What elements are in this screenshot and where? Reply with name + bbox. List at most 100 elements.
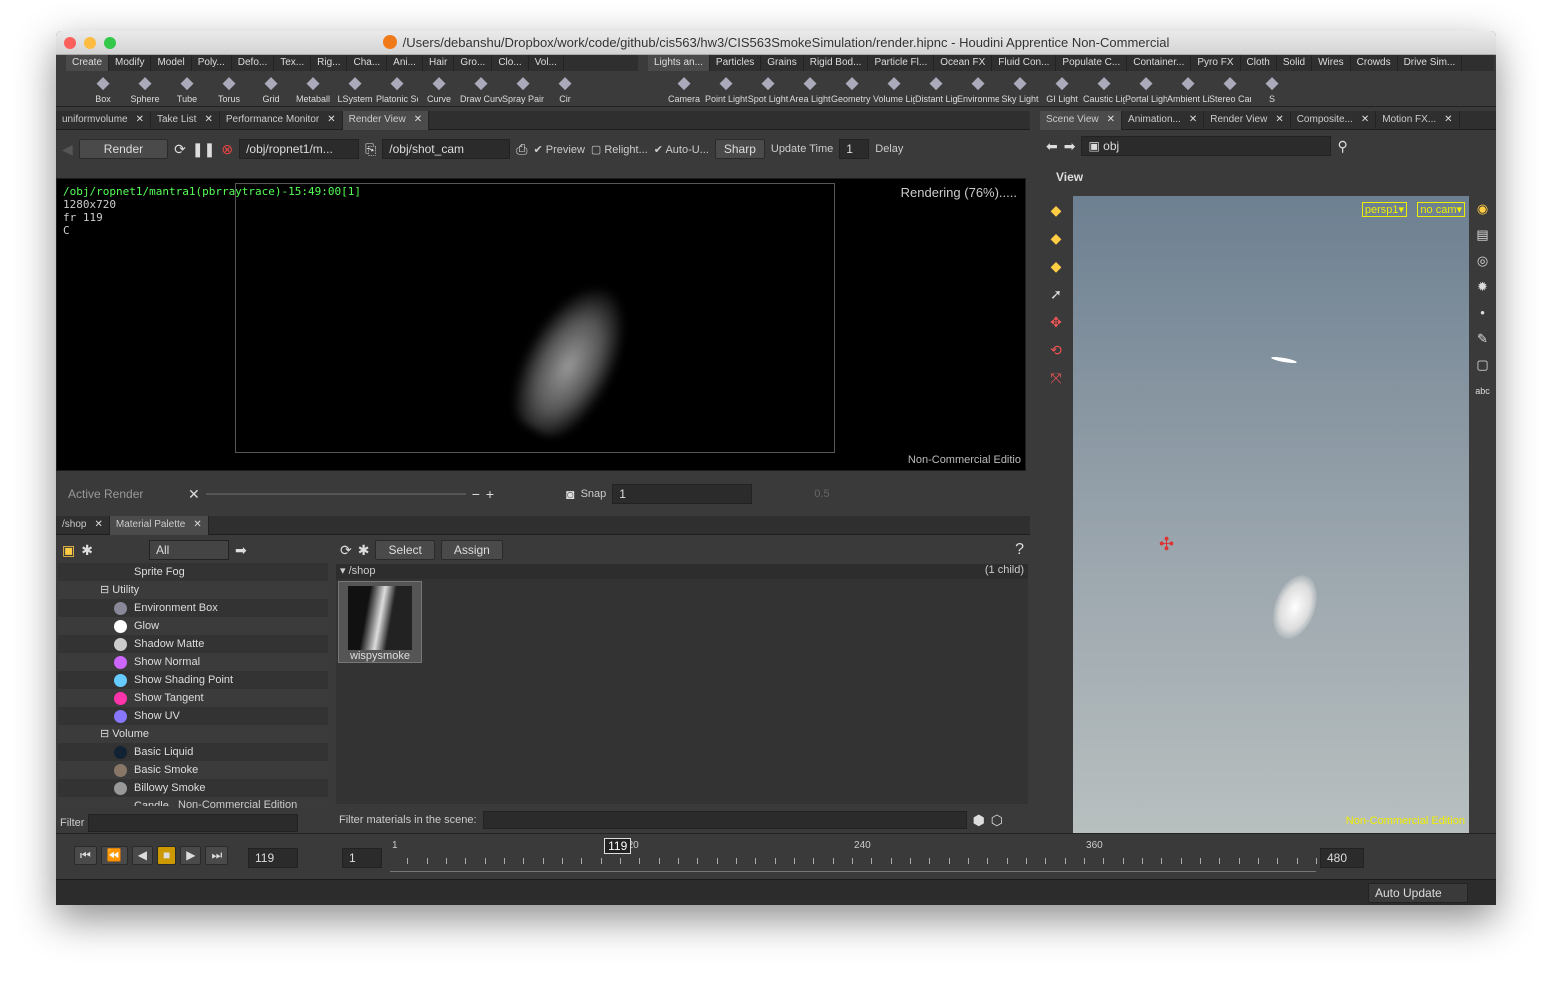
end-frame-field[interactable]: 480 — [1320, 848, 1364, 868]
shelf-tab[interactable]: Modify — [109, 55, 152, 71]
close-icon[interactable]: ✕ — [1189, 114, 1197, 127]
shelf-tool-button[interactable]: ◆ GI Light — [1041, 72, 1083, 107]
current-frame-marker[interactable]: 119 — [604, 838, 632, 854]
assign-button[interactable]: Assign — [440, 540, 503, 560]
stop-button[interactable]: ■ — [157, 846, 177, 865]
current-frame-field[interactable]: 119 — [248, 848, 298, 868]
close-icon[interactable]: ✕ — [1444, 114, 1452, 127]
shelf-tool-button[interactable]: ◆ Box — [82, 72, 124, 107]
prev-key-button[interactable]: ⏪ — [100, 846, 128, 865]
shelf-tab[interactable]: Gro... — [454, 55, 493, 71]
pose-tool-icon[interactable]: ◆ — [1040, 252, 1072, 280]
close-window-button[interactable] — [64, 37, 76, 49]
shelf-tool-button[interactable]: ◆ Spot Light — [747, 72, 789, 107]
cube-icon[interactable]: ⬢ — [973, 812, 985, 829]
update-time-field[interactable]: 1 — [839, 139, 870, 159]
handle-tool-icon[interactable]: ◆ — [1040, 224, 1072, 252]
shelf-tool-button[interactable]: ◆ Tube — [166, 72, 208, 107]
shelf-tab[interactable]: Container... — [1127, 55, 1192, 71]
rotate-tool-icon[interactable]: ⟲ — [1040, 336, 1072, 364]
pane-tab[interactable]: Material Palette ✕ — [109, 516, 209, 535]
help-icon[interactable]: ? — [1015, 541, 1024, 559]
play-button[interactable]: ▶ — [180, 846, 202, 865]
close-icon[interactable]: ✕ — [1275, 114, 1283, 127]
move-tool-icon[interactable]: ✥ — [1040, 308, 1072, 336]
shelf-tab[interactable]: Ani... — [387, 55, 423, 71]
shelf-tool-button[interactable]: ◆ Metaball — [292, 72, 334, 107]
shelf-tool-button[interactable]: ◆ Platonic Sol... — [376, 72, 418, 107]
pane-tab[interactable]: Scene View ✕ — [1040, 111, 1123, 130]
shelf-tab[interactable]: Cha... — [347, 55, 388, 71]
refresh-icon[interactable]: ⟳ — [174, 141, 186, 158]
minus-icon[interactable]: − — [472, 486, 480, 502]
shelf-tab[interactable]: Ocean FX — [934, 55, 993, 71]
shelf-tool-button[interactable]: ◆ Ambient Lig... — [1167, 72, 1209, 107]
timeline-ruler[interactable]: 1120240360119 — [390, 838, 1317, 872]
play-reverse-button[interactable]: ◀ — [131, 846, 153, 865]
shelf-tool-button[interactable]: ◆ Area Light — [789, 72, 831, 107]
shelf-tab[interactable]: Tex... — [274, 55, 312, 71]
light-icon[interactable]: ✹ — [1469, 274, 1496, 300]
tree-item[interactable]: Shadow Matte — [58, 635, 328, 653]
pause-icon[interactable]: ❚❚ — [192, 141, 215, 158]
tree-item[interactable]: Basic Smoke — [58, 761, 328, 779]
plus-icon[interactable]: + — [486, 486, 494, 502]
preview-checkbox[interactable]: ✔ Preview — [533, 143, 584, 156]
shelf-tab[interactable]: Hair — [423, 55, 455, 71]
shelf-tool-button[interactable]: ◆ Caustic Light — [1083, 72, 1125, 107]
render-button[interactable]: Render — [78, 139, 169, 159]
close-icon[interactable]: ✕ — [1361, 114, 1369, 127]
lock-icon[interactable]: ▤ — [1469, 222, 1496, 248]
shelf-tab[interactable]: Create — [66, 55, 110, 71]
shelf-tool-button[interactable]: ◆ S — [1251, 72, 1293, 107]
gear-icon[interactable]: ✱ — [358, 542, 370, 559]
tree-group[interactable]: ⊟ Volume — [58, 725, 328, 743]
shelf-tab[interactable]: Pyro FX — [1191, 55, 1241, 71]
shelf-tool-button[interactable]: ◆ Curve — [418, 72, 460, 107]
jump-end-button[interactable]: ⏭ — [205, 846, 229, 865]
shelf-tab[interactable]: Poly... — [192, 55, 232, 71]
pane-tab[interactable]: Render View ✕ — [1204, 111, 1291, 130]
scene-path-field[interactable]: ▣ obj — [1081, 136, 1332, 156]
render-view-canvas[interactable]: /obj/ropnet1/mantra1(pbrraytrace)-15:49:… — [56, 178, 1026, 471]
collapse-icon[interactable]: ⊟ — [100, 728, 112, 740]
tree-item[interactable]: Sprite Fog — [58, 563, 328, 581]
shelf-tool-button[interactable]: ◆ LSystem — [334, 72, 376, 107]
pane-tab[interactable]: Composite... ✕ — [1291, 111, 1377, 130]
gear-icon[interactable]: ✱ — [81, 542, 93, 559]
point-icon[interactable]: • — [1469, 300, 1496, 326]
shelf-tab[interactable]: Grains — [761, 55, 804, 71]
material-tile[interactable]: wispysmoke — [338, 581, 422, 663]
close-icon[interactable]: ✕ — [1107, 114, 1115, 127]
pin-icon[interactable]: ⚲ — [1337, 138, 1347, 155]
arrow-tool-icon[interactable]: ➚ — [1040, 280, 1072, 308]
minimize-window-button[interactable] — [84, 37, 96, 49]
pane-tab[interactable]: Animation... ✕ — [1122, 111, 1205, 130]
shelf-tool-button[interactable]: ◆ Camera — [663, 72, 705, 107]
tree-item[interactable]: Show Shading Point — [58, 671, 328, 689]
tree-item[interactable]: Show Tangent — [58, 689, 328, 707]
camera-snapshot-icon[interactable]: ◙ — [566, 486, 574, 502]
shelf-tool-button[interactable]: ◆ Grid — [250, 72, 292, 107]
brush-icon[interactable]: ✎ — [1469, 326, 1496, 352]
shelf-tool-button[interactable]: ◆ Stereo Cam... — [1209, 72, 1251, 107]
jump-start-button[interactable]: ⏮ — [74, 846, 97, 865]
select-tool-icon[interactable]: ◆ — [1040, 196, 1072, 224]
tree-item[interactable]: Environment Box — [58, 599, 328, 617]
shelf-tab[interactable]: Populate C... — [1056, 55, 1128, 71]
relight-checkbox[interactable]: ▢ Relight... — [591, 143, 648, 156]
shelf-tab[interactable]: Cloth — [1241, 55, 1277, 71]
auto-update-select[interactable]: Auto Update — [1368, 883, 1468, 903]
new-folder-icon[interactable]: ▣ — [62, 542, 75, 559]
arrow-right-icon[interactable]: ➡ — [235, 542, 247, 559]
scale-tool-icon[interactable]: ⤧ — [1040, 364, 1072, 392]
shelf-tab[interactable]: Rigid Bod... — [804, 55, 869, 71]
close-icon[interactable]: ✕ — [204, 114, 212, 127]
display-icon[interactable]: ◎ — [1469, 248, 1496, 274]
render-slider[interactable] — [205, 493, 466, 495]
shelf-tool-button[interactable]: ◆ Spray Paint — [502, 72, 544, 107]
close-icon[interactable]: ✕ — [414, 114, 422, 127]
active-render-select[interactable]: Active Render — [62, 485, 182, 503]
shelf-tool-button[interactable]: ◆ Cir — [544, 72, 586, 107]
shelf-tool-button[interactable]: ◆ Geometry L... — [831, 72, 873, 107]
